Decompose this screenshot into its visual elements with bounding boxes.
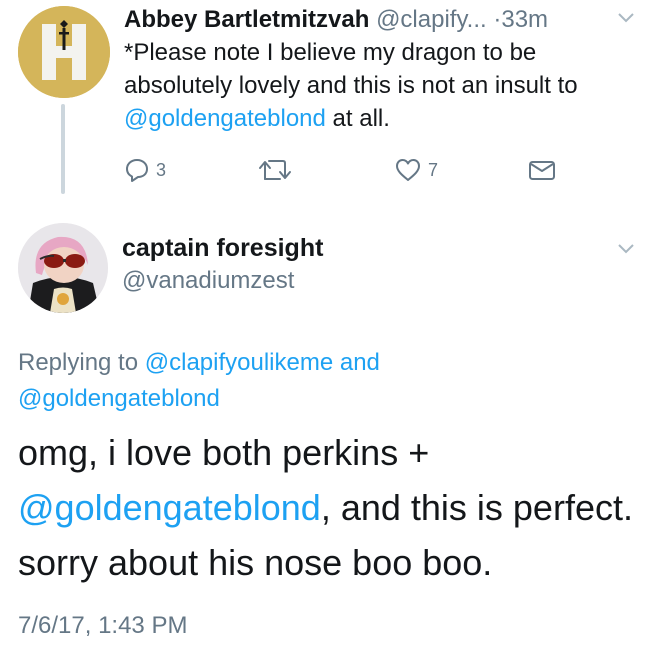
direct-message-button[interactable] (527, 156, 557, 184)
tweet-timestamp[interactable]: 7/6/17, 1:43 PM (18, 610, 187, 642)
reply-icon (126, 159, 148, 182)
chevron-down-icon[interactable] (618, 12, 634, 24)
retweet-button[interactable] (258, 156, 298, 184)
tweet-text: *Please note I believe my dragon to be a… (124, 36, 644, 135)
replying-and: and (333, 349, 380, 376)
avatar[interactable] (18, 223, 108, 313)
retweet-icon (259, 160, 291, 180)
like-button[interactable]: 7 (394, 156, 438, 184)
reply-count: 3 (156, 159, 167, 180)
user-handle[interactable]: @vanadiumzest (122, 265, 294, 297)
like-count: 7 (428, 159, 439, 180)
mention-link[interactable]: @goldengateblond (124, 105, 326, 132)
tweet-header: Abbey Bartletmitzvah @clapify... ·33m (124, 4, 644, 36)
display-name[interactable]: Abbey Bartletmitzvah (124, 6, 369, 33)
replying-to-line: Replying to @clapifyoulikeme and @goldeng… (18, 345, 638, 417)
tweet-text-part: omg, i love both perkins + (18, 432, 430, 473)
hamilton-logo-icon (18, 6, 110, 98)
chevron-down-icon[interactable] (618, 243, 634, 255)
mention-link[interactable]: @clapifyoulikeme (145, 349, 333, 376)
like-icon (396, 159, 420, 181)
tweet-text-part: *Please note I believe my dragon to be a… (124, 39, 578, 99)
timestamp[interactable]: ·33m (493, 6, 548, 33)
direct-message-icon (529, 161, 555, 180)
user-handle[interactable]: @clapify... (376, 6, 487, 33)
user-photo-icon (18, 223, 108, 313)
replying-prefix: Replying to (18, 349, 145, 376)
mention-link[interactable]: @goldengateblond (18, 487, 321, 528)
display-name[interactable]: captain foresight (122, 232, 323, 264)
tweet-text: omg, i love both perkins + @goldengateblo… (18, 425, 643, 590)
thread-connector-line (61, 104, 65, 194)
tweet-text-part: at all. (325, 105, 390, 132)
avatar[interactable] (18, 6, 110, 98)
mention-link[interactable]: @goldengateblond (18, 385, 220, 412)
reply-button[interactable]: 3 (124, 156, 166, 184)
